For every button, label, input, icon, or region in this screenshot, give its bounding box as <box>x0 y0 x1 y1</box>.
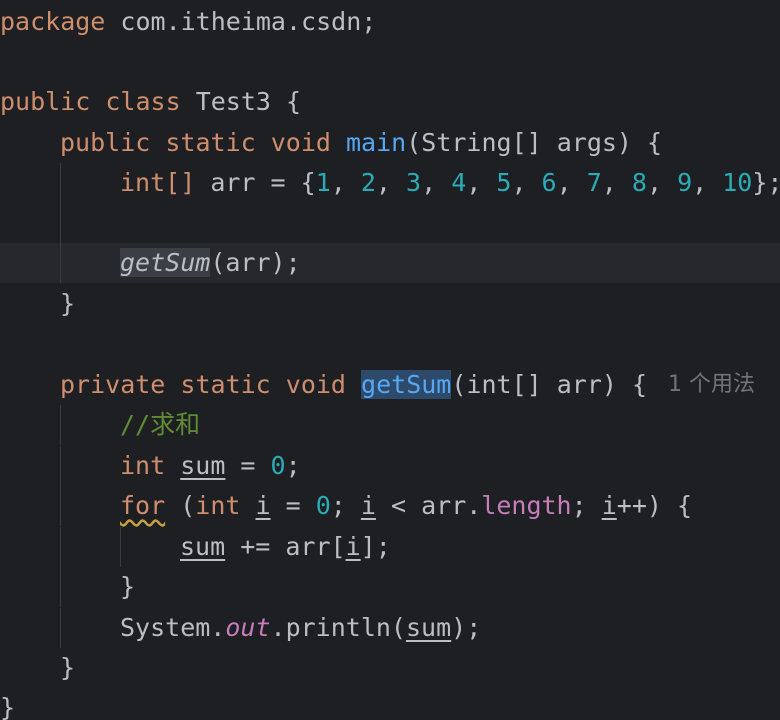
code-line[interactable]: } <box>0 648 780 688</box>
code-line[interactable]: package com.itheima.csdn; <box>0 2 780 42</box>
keyword-package: package <box>0 7 106 36</box>
package-name: com.itheima.csdn <box>120 7 362 36</box>
variable-i: i <box>345 532 361 561</box>
indent-guide <box>60 567 61 607</box>
indent-guide <box>60 527 61 567</box>
array-value: 7 <box>586 168 602 197</box>
indent-guide <box>60 163 61 203</box>
main-params: (String[] args) { <box>406 128 663 157</box>
code-line[interactable]: } <box>0 284 780 324</box>
code-line[interactable]: } <box>0 567 780 607</box>
array-value: 10 <box>722 168 753 197</box>
variable-sum: sum <box>405 613 452 642</box>
code-line-current[interactable]: getSum(arr); <box>0 243 780 283</box>
code-line[interactable]: int sum = 0; <box>0 446 780 486</box>
variable-sum: sum <box>180 532 226 561</box>
code-line[interactable]: } <box>0 688 780 720</box>
keyword-for-warning[interactable]: for <box>120 491 165 520</box>
indent-guide <box>60 405 61 445</box>
indent-guide <box>60 608 61 648</box>
code-line[interactable]: System.out.println(sum); <box>0 608 780 648</box>
field-length: length <box>481 491 572 520</box>
code-line[interactable]: private static void getSum(int[] arr) { … <box>0 365 780 405</box>
code-line[interactable]: int[] arr = {1, 2, 3, 4, 5, 6, 7, 8, 9, … <box>0 163 780 203</box>
code-line[interactable]: for (int i = 0; i < arr.length; i++) { <box>0 486 780 526</box>
method-name-main: main <box>346 128 407 157</box>
type-int-array: int[] <box>120 168 196 197</box>
array-value: 3 <box>406 168 422 197</box>
variable-i: i <box>255 491 271 520</box>
code-line[interactable] <box>0 203 780 243</box>
code-line[interactable]: //求和 <box>0 405 780 445</box>
array-value: 5 <box>496 168 512 197</box>
indent-guide <box>60 446 61 486</box>
method-name-getsum[interactable]: getSum <box>361 370 452 399</box>
code-line[interactable]: public class Test3 { <box>0 82 780 122</box>
indent-guide <box>60 243 61 283</box>
indent-guide <box>60 203 61 243</box>
variable-i: i <box>360 491 376 520</box>
array-value: 1 <box>315 168 331 197</box>
variable-sum: sum <box>180 451 226 480</box>
main-modifiers: public static void <box>60 128 331 157</box>
code-line[interactable]: sum += arr[i]; <box>0 527 780 567</box>
field-out: out <box>225 613 271 642</box>
variable-i: i <box>601 491 617 520</box>
array-value: 6 <box>541 168 557 197</box>
code-comment: //求和 <box>120 410 201 439</box>
keyword-public-class: public class <box>0 87 181 116</box>
indent-guide <box>60 486 61 526</box>
code-line[interactable]: public static void main(String[] args) { <box>0 123 780 163</box>
method-modifiers: private static void <box>60 370 346 399</box>
array-value: 9 <box>677 168 693 197</box>
array-value: 2 <box>360 168 376 197</box>
code-editor[interactable]: package com.itheima.csdn; public class T… <box>0 0 780 720</box>
usage-hint[interactable]: 1 个用法 <box>668 365 755 405</box>
indent-guide <box>120 527 121 567</box>
class-name: Test3 <box>195 87 271 116</box>
array-value: 8 <box>631 168 647 197</box>
array-value: 4 <box>451 168 467 197</box>
method-params: (int[] arr) { <box>451 370 648 399</box>
method-call-getsum[interactable]: getSum <box>120 248 211 277</box>
